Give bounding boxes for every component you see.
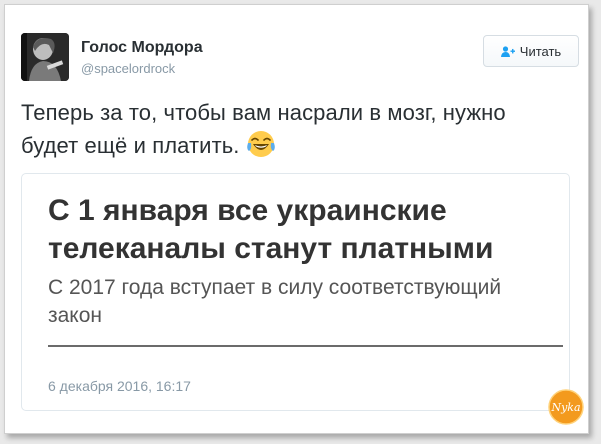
follow-button[interactable]: Читать — [483, 35, 579, 67]
avatar[interactable] — [21, 33, 69, 81]
follow-user-icon — [500, 45, 515, 57]
svg-text:Nyka: Nyka — [550, 401, 580, 414]
tweet-card: Голос Мордора @spacelordrock Читать Тепе… — [4, 4, 589, 434]
link-headline[interactable]: С 1 января все украинские телеканалы ста… — [48, 192, 548, 268]
tweet-timestamp[interactable]: 6 декабря 2016, 16:17 — [48, 378, 191, 394]
nyka-watermark-logo: Nyka — [548, 389, 584, 425]
avatar-photo — [21, 33, 69, 81]
link-preview-card[interactable]: С 1 января все украинские телеканалы ста… — [21, 173, 570, 411]
screenshot-frame: Голос Мордора @spacelordrock Читать Тепе… — [0, 0, 601, 444]
author-handle[interactable]: @spacelordrock — [81, 61, 175, 76]
follow-button-label: Читать — [519, 43, 562, 59]
link-description: С 2017 года вступает в силу соответствую… — [48, 276, 502, 327]
tweet-text: Теперь за то, чтобы вам насрали в мозг, … — [21, 97, 561, 168]
tears-of-joy-emoji-icon — [246, 129, 276, 168]
author-display-name[interactable]: Голос Мордора — [81, 39, 203, 57]
link-divider — [48, 345, 563, 347]
